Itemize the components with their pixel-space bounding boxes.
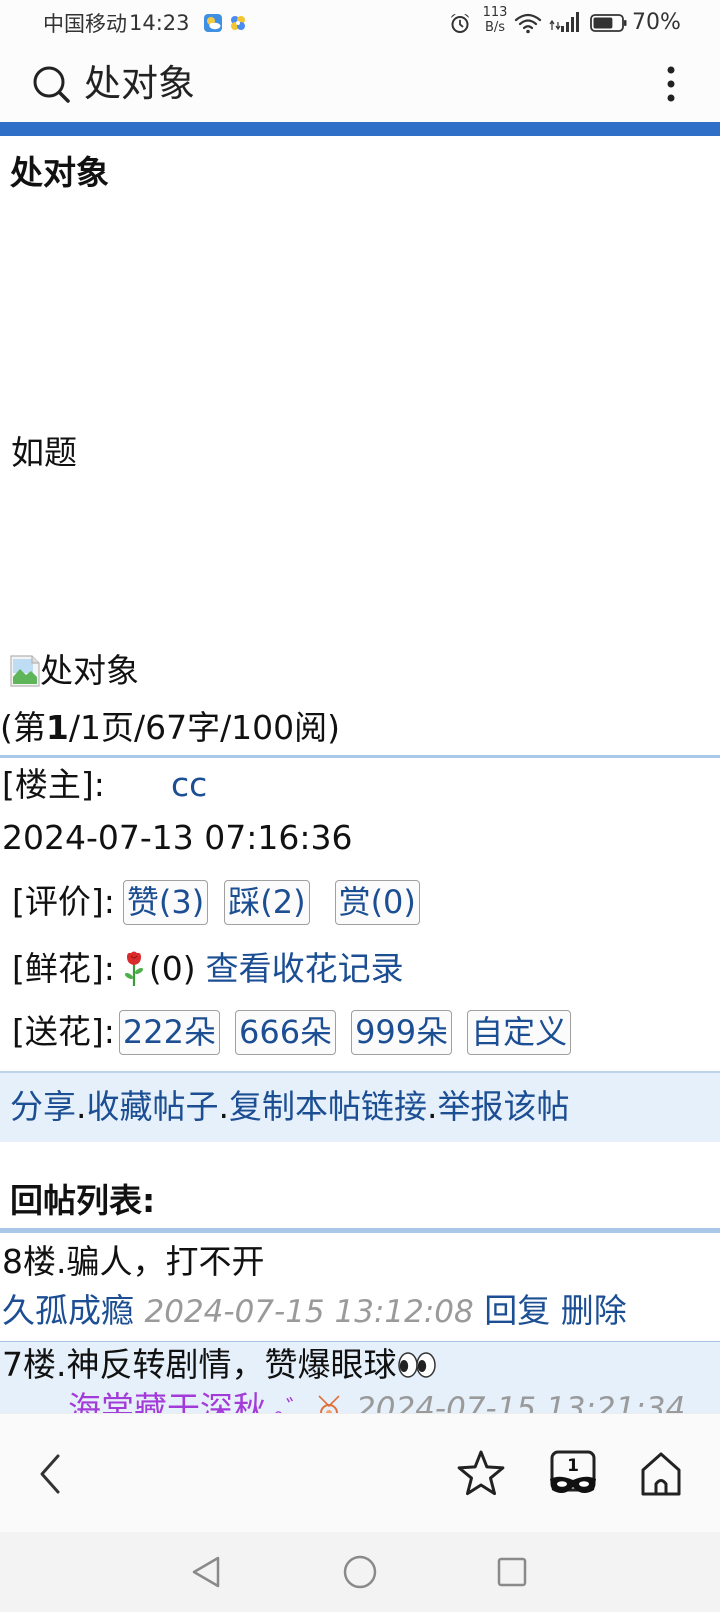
browser-screen: 中国移动 14:23 113 B/s 70% 处对象 处对象 如题 处对象 (第… [0, 0, 720, 1612]
network-speed: 113 B/s [478, 5, 512, 35]
address-search-field[interactable]: 处对象 [84, 60, 195, 108]
browser-bottom-bar: 1 [0, 1413, 720, 1532]
clock: 14:23 [129, 11, 190, 35]
network-speed-unit: B/s [484, 20, 506, 35]
carrier-name: 中国移动 [43, 12, 127, 36]
reply-button[interactable]: 回复 [484, 1291, 550, 1330]
post-datetime: 2024-07-13 07:16:36 [2, 818, 353, 857]
rose-icon [123, 951, 145, 987]
reply-separator: . [56, 1242, 67, 1281]
send-flowers-label: [送花]: [12, 1012, 115, 1051]
system-navigation-bar [0, 1532, 720, 1612]
author-label: [楼主]: [2, 765, 105, 804]
flower-record-link[interactable]: 查看收花记录 [206, 947, 404, 991]
send-666-button[interactable]: 666朵 [234, 1009, 337, 1055]
alarm-icon [449, 12, 471, 38]
star-icon[interactable] [455, 1448, 507, 1504]
network-speed-value: 113 [482, 5, 508, 20]
report-link[interactable]: 举报该帖 [438, 1087, 570, 1126]
tab-count: 1 [567, 1456, 579, 1476]
post-actions-bar: 分享.收藏帖子.复制本帖链接.举报该帖 [0, 1071, 720, 1142]
post-image-alt-text: 处对象 [40, 651, 139, 690]
rating-row: [评价]: 赞(3) 踩(2) 赏(0) [12, 879, 420, 925]
back-icon[interactable] [36, 1452, 66, 1500]
more-vertical-icon[interactable] [666, 64, 676, 108]
nav-home-icon[interactable] [342, 1554, 378, 1594]
status-bar: 中国移动 14:23 113 B/s 70% [0, 0, 720, 46]
weather-icon [203, 14, 222, 32]
signal-icon [548, 10, 580, 38]
status-left: 中国移动 14:23 [43, 10, 246, 36]
send-custom-button[interactable]: 自定义 [467, 1009, 572, 1055]
dislike-button[interactable]: 踩(2) [224, 879, 310, 925]
reply-separator: . [56, 1345, 67, 1384]
send-999-button[interactable]: 999朵 [351, 1009, 453, 1055]
delete-button[interactable]: 删除 [561, 1291, 627, 1330]
divider [0, 1228, 720, 1233]
reply-text: 神反转剧情，赞爆眼球 [66, 1345, 397, 1384]
page-header-bar [0, 120, 720, 136]
divider [0, 755, 720, 758]
tabs-icon[interactable]: 1 [548, 1449, 598, 1499]
post-body: 如题 [11, 433, 77, 472]
reward-button[interactable]: 赏(0) [334, 879, 420, 925]
home-icon[interactable] [636, 1449, 686, 1503]
like-button[interactable]: 赞(3) [122, 879, 209, 925]
broken-image-icon [10, 655, 40, 687]
reply-text: 骗人，打不开 [66, 1242, 265, 1281]
stats-open: (第 [0, 708, 46, 747]
send-222-button[interactable]: 222朵 [118, 1009, 220, 1055]
post-stats: (第1/1页/67字/100阅) [0, 706, 340, 750]
battery-percent: 70% [632, 10, 681, 35]
post-actions: 分享.收藏帖子.复制本帖链接.举报该帖 [10, 1073, 570, 1141]
post-author-row: [楼主]: [2, 763, 105, 807]
flowers-row: [鲜花]: (0) 查看收花记录 [12, 947, 404, 991]
post-title: 处对象 [10, 153, 109, 192]
stats-rest: /1页/67字/100阅) [68, 708, 341, 747]
eyes-icon [397, 1350, 437, 1380]
flowers-count: (0) [148, 949, 196, 988]
share-link[interactable]: 分享 [10, 1087, 76, 1126]
flowers-label: [鲜花]: [12, 949, 115, 988]
nav-back-icon[interactable] [190, 1554, 222, 1594]
post-image: 处对象 [10, 649, 139, 693]
nav-recents-icon[interactable] [496, 1556, 528, 1592]
reply-meta: 久孤成瘾 2024-07-15 13:12:08 回复 删除 [2, 1289, 627, 1333]
favorite-link[interactable]: 收藏帖子 [87, 1087, 219, 1126]
rating-label: [评价]: [12, 882, 115, 921]
search-icon[interactable] [31, 64, 71, 108]
wifi-icon [514, 12, 542, 38]
browser-toolbar: 处对象 [0, 46, 720, 122]
app-notification-icon [230, 15, 246, 31]
send-flowers-row: [送花]: 222朵 666朵 999朵 自定义 [12, 1009, 572, 1055]
battery-icon [590, 13, 628, 37]
reply-content: 7楼. 神反转剧情，赞爆眼球 [2, 1343, 437, 1387]
action-separator: . [76, 1087, 87, 1126]
stats-current-page: 1 [45, 708, 69, 747]
action-separator: . [427, 1087, 438, 1126]
author-link[interactable]: cc [171, 763, 207, 807]
reply-content: 8楼.骗人，打不开 [2, 1240, 265, 1284]
reply-floor: 8楼 [2, 1242, 56, 1281]
action-separator: . [218, 1087, 230, 1126]
reply-floor: 7楼 [2, 1345, 56, 1384]
reply-time: 2024-07-15 13:12:08 [144, 1294, 474, 1330]
reply-author-link[interactable]: 久孤成瘾 [2, 1291, 134, 1330]
copy-link-link[interactable]: 复制本帖链接 [229, 1087, 427, 1126]
replies-heading: 回帖列表: [10, 1181, 156, 1220]
